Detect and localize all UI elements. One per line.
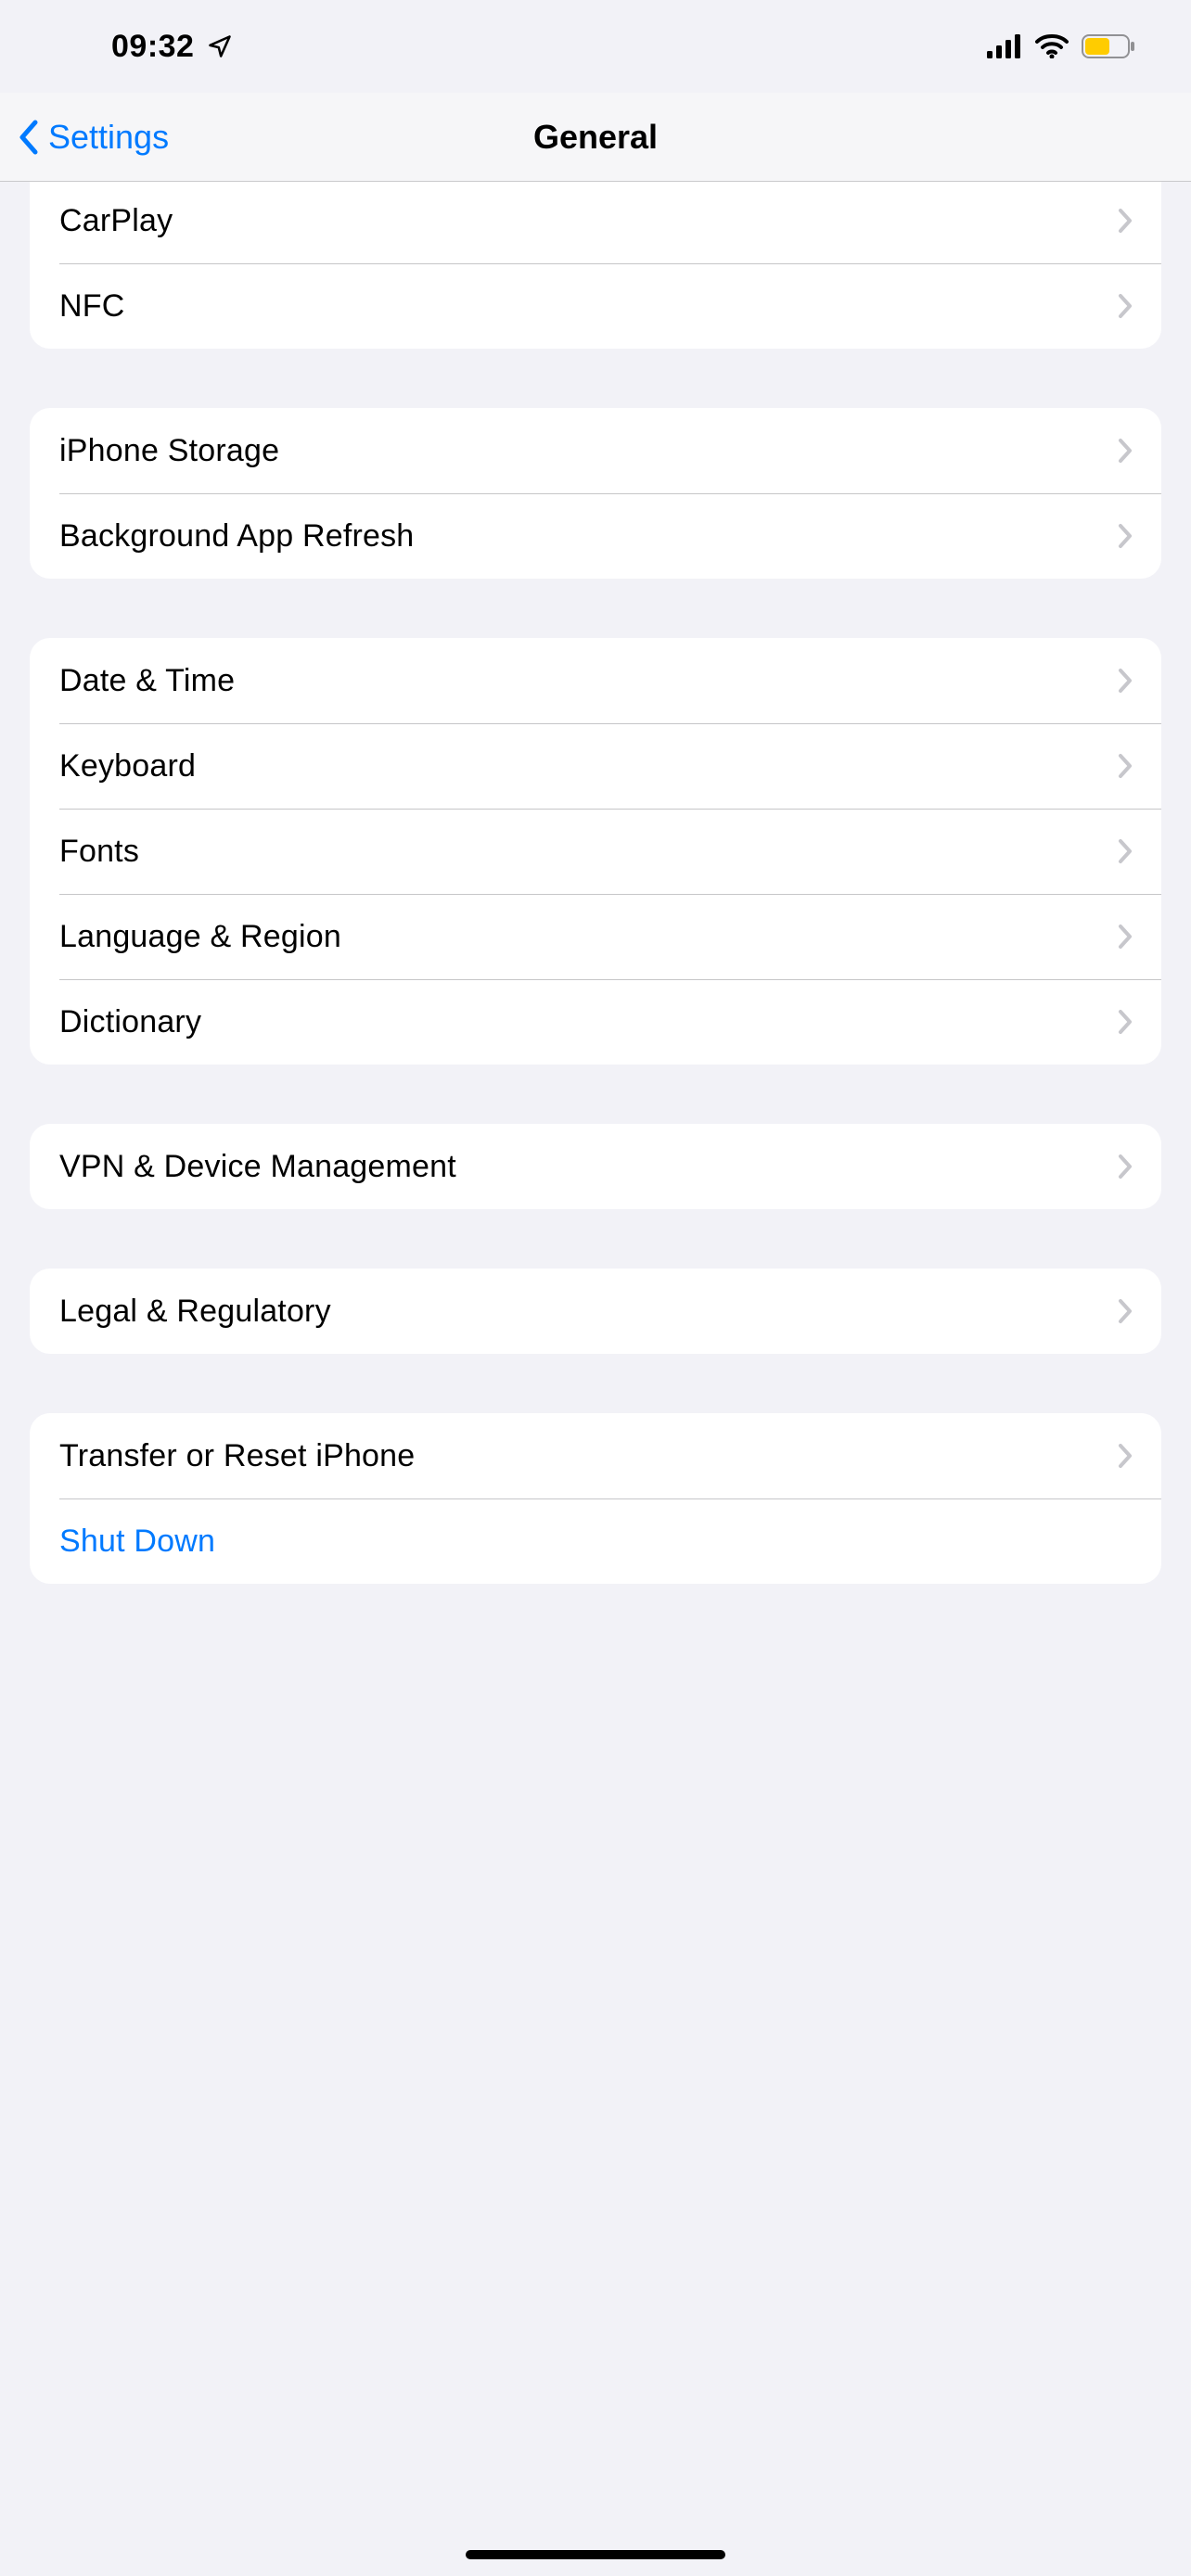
row-carplay[interactable]: CarPlay (30, 182, 1161, 263)
row-shut-down[interactable]: Shut Down (30, 1498, 1161, 1584)
back-label: Settings (48, 118, 169, 157)
row-label: VPN & Device Management (59, 1149, 1117, 1185)
row-label: iPhone Storage (59, 433, 1117, 469)
row-label: Language & Region (59, 919, 1117, 955)
row-label: Legal & Regulatory (59, 1294, 1117, 1330)
content-scroll[interactable]: Picture in PictureCarPlayNFCiPhone Stora… (0, 182, 1191, 2576)
row-language-region[interactable]: Language & Region (30, 894, 1161, 979)
row-keyboard[interactable]: Keyboard (30, 723, 1161, 809)
row-label: Shut Down (59, 1524, 1133, 1560)
location-icon (207, 33, 233, 59)
settings-group: VPN & Device Management (30, 1124, 1161, 1209)
chevron-right-icon (1117, 1297, 1133, 1325)
row-label: NFC (59, 288, 1117, 325)
chevron-left-icon (17, 119, 41, 156)
wifi-icon (1035, 34, 1069, 58)
settings-group: iPhone Storage Background App Refresh (30, 408, 1161, 579)
row-label: Dictionary (59, 1004, 1117, 1040)
chevron-right-icon (1117, 1153, 1133, 1180)
chevron-right-icon (1117, 1008, 1133, 1036)
home-indicator[interactable] (466, 2550, 725, 2559)
battery-icon (1082, 34, 1135, 58)
chevron-right-icon (1117, 752, 1133, 780)
settings-group: Date & Time Keyboard Fonts Language & Regio… (30, 638, 1161, 1065)
row-label: CarPlay (59, 203, 1117, 239)
back-button[interactable]: Settings (17, 118, 169, 157)
chevron-right-icon (1117, 437, 1133, 465)
row-label: Date & Time (59, 663, 1117, 699)
row-label: Transfer or Reset iPhone (59, 1438, 1117, 1474)
row-date-time[interactable]: Date & Time (30, 638, 1161, 723)
row-label: Background App Refresh (59, 518, 1117, 555)
status-time: 09:32 (111, 29, 194, 65)
settings-group: Picture in PictureCarPlayNFC (30, 182, 1161, 349)
chevron-right-icon (1117, 522, 1133, 550)
row-iphone-storage[interactable]: iPhone Storage (30, 408, 1161, 493)
settings-group: Transfer or Reset iPhone Shut Down (30, 1413, 1161, 1584)
page-title: General (0, 118, 1191, 157)
row-vpn-device-management[interactable]: VPN & Device Management (30, 1124, 1161, 1209)
settings-group: Legal & Regulatory (30, 1269, 1161, 1354)
row-background-app-refresh[interactable]: Background App Refresh (30, 493, 1161, 579)
row-nfc[interactable]: NFC (30, 263, 1161, 349)
chevron-right-icon (1117, 667, 1133, 695)
cellular-icon (987, 34, 1022, 58)
status-right (987, 34, 1135, 58)
status-left: 09:32 (111, 29, 233, 65)
chevron-right-icon (1117, 923, 1133, 950)
row-fonts[interactable]: Fonts (30, 809, 1161, 894)
row-dictionary[interactable]: Dictionary (30, 979, 1161, 1065)
row-label: Keyboard (59, 748, 1117, 784)
chevron-right-icon (1117, 837, 1133, 865)
row-label: Fonts (59, 834, 1117, 870)
row-legal-regulatory[interactable]: Legal & Regulatory (30, 1269, 1161, 1354)
row-transfer-or-reset-iphone[interactable]: Transfer or Reset iPhone (30, 1413, 1161, 1498)
chevron-right-icon (1117, 292, 1133, 320)
status-bar: 09:32 (0, 0, 1191, 93)
chevron-right-icon (1117, 1442, 1133, 1470)
nav-bar: Settings General (0, 93, 1191, 182)
chevron-right-icon (1117, 207, 1133, 235)
